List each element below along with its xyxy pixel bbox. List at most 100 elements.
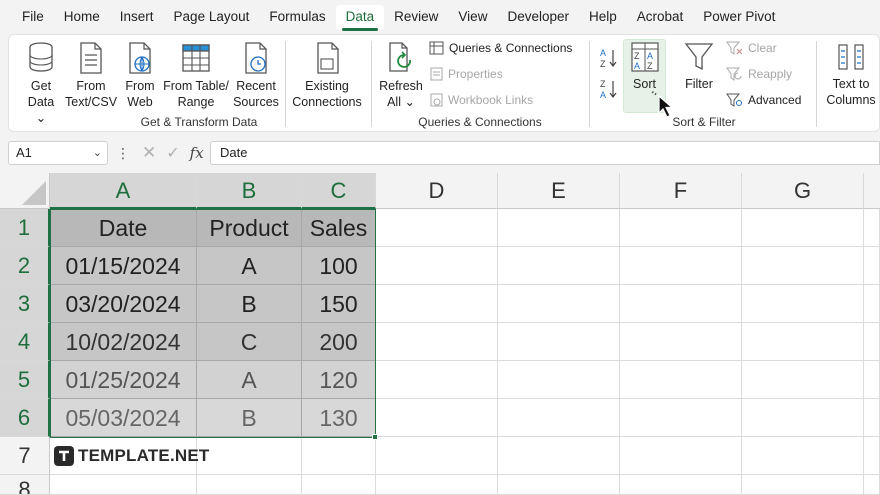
row-header-7[interactable]: 7 <box>0 437 50 475</box>
cell-g1[interactable] <box>742 209 864 247</box>
cell-g3[interactable] <box>742 285 864 323</box>
cell-d2[interactable] <box>376 247 498 285</box>
formula-input[interactable]: Date <box>210 141 880 165</box>
sort-descending-button[interactable]: Z A <box>599 78 619 105</box>
from-web-button[interactable]: From Web <box>121 41 159 110</box>
text-to-columns-button[interactable]: Text to Columns <box>821 41 880 108</box>
cell-c2[interactable]: 100 <box>302 247 376 285</box>
cell-f4[interactable] <box>620 323 742 361</box>
insert-function-icon[interactable]: fx <box>190 144 204 162</box>
cell-g6[interactable] <box>742 399 864 437</box>
cell-d1[interactable] <box>376 209 498 247</box>
row-header-3[interactable]: 3 <box>0 285 50 323</box>
menu-page-layout[interactable]: Page Layout <box>164 5 260 29</box>
row-header-1[interactable]: 1 <box>0 209 50 247</box>
cell-f5[interactable] <box>620 361 742 399</box>
column-header-a[interactable]: A <box>50 173 197 209</box>
cell-c5[interactable]: 120 <box>302 361 376 399</box>
row-header-5[interactable]: 5 <box>0 361 50 399</box>
cell-g2[interactable] <box>742 247 864 285</box>
row-header-2[interactable]: 2 <box>0 247 50 285</box>
cell-d6[interactable] <box>376 399 498 437</box>
cell-e5[interactable] <box>498 361 620 399</box>
cell-g4[interactable] <box>742 323 864 361</box>
queries-connections-button[interactable]: Queries & Connections <box>429 41 572 55</box>
cell-d5[interactable] <box>376 361 498 399</box>
existing-connections-button[interactable]: Existing Connections <box>291 41 363 110</box>
row-header-4[interactable]: 4 <box>0 323 50 361</box>
cell-c3[interactable]: 150 <box>302 285 376 323</box>
cell-b1[interactable]: Product <box>197 209 302 247</box>
select-all-corner[interactable] <box>0 173 50 209</box>
cell-f8[interactable] <box>620 475 742 495</box>
cell-h7[interactable] <box>864 437 880 475</box>
cell-h1[interactable] <box>864 209 880 247</box>
cell-e1[interactable] <box>498 209 620 247</box>
cell-a1[interactable]: Date <box>50 209 197 247</box>
properties-button[interactable]: Properties <box>430 67 503 81</box>
menu-review[interactable]: Review <box>384 5 448 29</box>
fill-handle[interactable] <box>372 434 378 440</box>
cell-b8[interactable] <box>197 475 302 495</box>
cell-a6[interactable]: 05/03/2024 <box>50 399 197 437</box>
menu-insert[interactable]: Insert <box>110 5 164 29</box>
cell-a3[interactable]: 03/20/2024 <box>50 285 197 323</box>
cell-b3[interactable]: B <box>197 285 302 323</box>
cell-h4[interactable] <box>864 323 880 361</box>
menu-help[interactable]: Help <box>579 5 627 29</box>
cell-h6[interactable] <box>864 399 880 437</box>
cell-h5[interactable] <box>864 361 880 399</box>
column-header-h[interactable] <box>864 173 880 209</box>
sort-ascending-button[interactable]: A Z <box>599 47 619 74</box>
cell-g5[interactable] <box>742 361 864 399</box>
cell-d7[interactable] <box>376 437 498 475</box>
menu-view[interactable]: View <box>448 5 497 29</box>
menu-acrobat[interactable]: Acrobat <box>627 5 694 29</box>
get-data-button[interactable]: Get Data ⌄ <box>21 41 61 126</box>
cell-h2[interactable] <box>864 247 880 285</box>
cell-c7[interactable] <box>302 437 376 475</box>
row-header-6[interactable]: 6 <box>0 399 50 437</box>
cell-e8[interactable] <box>498 475 620 495</box>
workbook-links-button[interactable]: Workbook Links <box>430 93 533 107</box>
cell-b5[interactable]: A <box>197 361 302 399</box>
cell-c1[interactable]: Sales <box>302 209 376 247</box>
recent-sources-button[interactable]: Recent Sources <box>231 41 281 110</box>
cell-g8[interactable] <box>742 475 864 495</box>
cell-f6[interactable] <box>620 399 742 437</box>
clear-button[interactable]: Clear <box>726 41 777 55</box>
menu-formulas[interactable]: Formulas <box>259 5 335 29</box>
name-box[interactable]: A1 ⌄ <box>8 141 108 165</box>
column-header-b[interactable]: B <box>197 173 302 209</box>
cell-e3[interactable] <box>498 285 620 323</box>
cell-d3[interactable] <box>376 285 498 323</box>
column-header-d[interactable]: D <box>376 173 498 209</box>
cell-c4[interactable]: 200 <box>302 323 376 361</box>
cell-b7[interactable] <box>197 437 302 475</box>
cell-h3[interactable] <box>864 285 880 323</box>
enter-icon[interactable]: ✓ <box>166 143 179 163</box>
column-header-c[interactable]: C <box>302 173 376 209</box>
cell-a8[interactable] <box>50 475 197 495</box>
cell-d8[interactable] <box>376 475 498 495</box>
cell-f7[interactable] <box>620 437 742 475</box>
filter-button[interactable]: Filter <box>681 41 717 92</box>
menu-data[interactable]: Data <box>335 5 385 31</box>
menu-developer[interactable]: Developer <box>497 5 579 29</box>
cell-c6[interactable]: 130 <box>302 399 376 437</box>
refresh-all-button[interactable]: Refresh All ⌄ <box>379 41 423 110</box>
menu-home[interactable]: Home <box>54 5 110 29</box>
menu-file[interactable]: File <box>12 5 54 29</box>
cell-g7[interactable] <box>742 437 864 475</box>
cancel-icon[interactable]: ✕ <box>142 143 156 163</box>
cell-f2[interactable] <box>620 247 742 285</box>
cell-c8[interactable] <box>302 475 376 495</box>
cell-h8[interactable] <box>864 475 880 495</box>
cell-e2[interactable] <box>498 247 620 285</box>
column-header-g[interactable]: G <box>742 173 864 209</box>
column-header-f[interactable]: F <box>620 173 742 209</box>
column-header-e[interactable]: E <box>498 173 620 209</box>
row-header-8[interactable]: 8 <box>0 475 50 495</box>
more-options-icon[interactable]: ⋮ <box>116 145 130 162</box>
cell-f3[interactable] <box>620 285 742 323</box>
